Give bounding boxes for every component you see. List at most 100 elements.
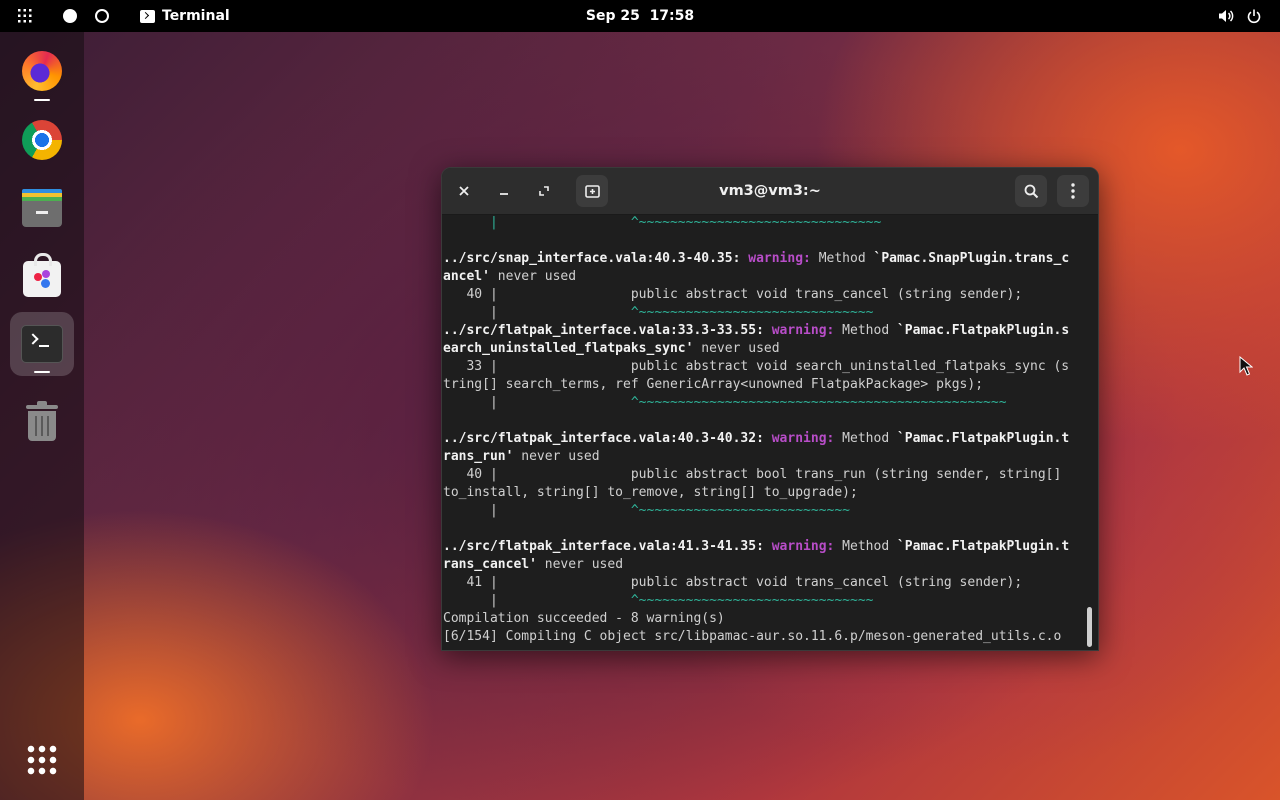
terminal-segment: ^~~~~~~~~~~~~~~~~~~~~~~~~~~~~~~: [505, 593, 874, 608]
top-bar: Terminal Sep 25 17:58: [0, 0, 1280, 32]
terminal-segment: never used: [489, 269, 577, 284]
warning-label: warning:: [771, 431, 835, 446]
terminal-line: 40 | public abstract bool trans_run (str…: [443, 466, 1069, 484]
minimize-button[interactable]: [490, 178, 518, 204]
workspace-indicator-active[interactable]: [63, 0, 77, 32]
terminal-line: [6/154] Compiling C object src/libpamac-…: [443, 628, 1069, 646]
terminal-segment: rans_cancel': [443, 557, 537, 572]
terminal-line: ../src/flatpak_interface.vala:33.3-33.55…: [443, 322, 1069, 340]
terminal-line: earch_uninstalled_flatpaks_sync' never u…: [443, 340, 1069, 358]
terminal-output[interactable]: | ^~~~~~~~~~~~~~~~~~~~~~~~~~~~~~~~ ../src…: [442, 215, 1082, 650]
terminal-line: rans_run' never used: [443, 448, 1069, 466]
terminal-segment: ancel': [443, 269, 490, 284]
terminal-line: tring[] search_terms, ref GenericArray<u…: [443, 376, 1069, 394]
terminal-line: ../src/flatpak_interface.vala:40.3-40.32…: [443, 430, 1069, 448]
app-menu-label: Terminal: [162, 8, 230, 24]
terminal-segment: never used: [513, 449, 600, 464]
terminal-segment: Method: [834, 431, 897, 446]
terminal-segment: never used: [536, 557, 624, 572]
terminal-line: ancel' never used: [443, 268, 1069, 286]
mouse-cursor-icon: [1239, 356, 1253, 376]
activities-button[interactable]: [18, 0, 36, 32]
terminal-segment: | ^~~~~~~~~~~~~~~~~~~~~~~~~~~~~~~~: [443, 215, 882, 230]
dock-software[interactable]: [10, 244, 74, 308]
terminal-line: | ^~~~~~~~~~~~~~~~~~~~~~~~~~~~~~~: [443, 304, 1069, 322]
volume-indicator[interactable]: [1218, 0, 1234, 32]
scrollbar[interactable]: [1087, 607, 1092, 647]
terminal-segment: Method: [834, 539, 897, 554]
terminal-segment: ^~~~~~~~~~~~~~~~~~~~~~~~~~~~~~~~~~~~~~~~…: [505, 395, 1007, 410]
terminal-segment: |: [443, 593, 506, 608]
minimize-icon: [500, 193, 508, 195]
terminal-line: | ^~~~~~~~~~~~~~~~~~~~~~~~~~~~~~~: [443, 592, 1069, 610]
trash-icon: [26, 401, 58, 441]
terminal-segment: [6/154] Compiling C object src/libpamac-…: [443, 629, 1062, 644]
terminal-line: to_install, string[] to_remove, string[]…: [443, 484, 1069, 502]
workspace-ring-icon: [95, 9, 109, 23]
window-title: vm3@vm3:~: [719, 183, 821, 199]
dock: [0, 32, 84, 800]
close-button[interactable]: [450, 178, 478, 204]
terminal-line: 41 | public abstract void trans_cancel (…: [443, 574, 1069, 592]
terminal-segment: `Pamac.FlatpakPlugin.t: [896, 539, 1070, 554]
terminal-line: ../src/snap_interface.vala:40.3-40.35: w…: [443, 250, 1069, 268]
power-indicator[interactable]: [1247, 0, 1261, 32]
terminal-segment: ../src/flatpak_interface.vala:40.3-40.32…: [443, 431, 772, 446]
running-indicator: [34, 99, 50, 101]
menu-button[interactable]: [1057, 175, 1089, 207]
terminal-segment: `Pamac.FlatpakPlugin.s: [896, 323, 1070, 338]
workspace-indicator[interactable]: [95, 0, 109, 32]
terminal-line: 40 | public abstract void trans_cancel (…: [443, 286, 1069, 304]
close-icon: [459, 186, 469, 196]
firefox-icon: [22, 51, 62, 91]
search-button[interactable]: [1015, 175, 1047, 207]
apps-grid-icon: [18, 9, 32, 23]
show-applications-icon[interactable]: [26, 744, 58, 776]
terminal-segment: 40 | public abstract void trans_cancel (…: [443, 287, 1023, 302]
terminal-line: rans_cancel' never used: [443, 556, 1069, 574]
new-tab-button[interactable]: [576, 175, 608, 207]
dock-firefox[interactable]: [10, 39, 74, 103]
files-icon: [22, 189, 62, 227]
terminal-segment: `Pamac.SnapPlugin.trans_c: [873, 251, 1070, 266]
terminal-segment: |: [443, 305, 506, 320]
dock-terminal[interactable]: [10, 312, 74, 376]
clock[interactable]: Sep 25 17:58: [586, 8, 694, 24]
terminal-segment: `Pamac.FlatpakPlugin.t: [896, 431, 1070, 446]
power-icon: [1247, 9, 1261, 23]
dock-trash[interactable]: [10, 389, 74, 453]
terminal-text: | ^~~~~~~~~~~~~~~~~~~~~~~~~~~~~~~~ ../src…: [443, 215, 1069, 646]
software-store-icon: [23, 253, 61, 297]
app-menu[interactable]: Terminal: [140, 0, 230, 32]
search-icon: [1024, 184, 1038, 198]
terminal-small-icon: [140, 9, 155, 23]
terminal-segment: rans_run': [443, 449, 514, 464]
running-indicator: [34, 371, 50, 373]
workspace-dot-icon: [63, 9, 77, 23]
terminal-segment: 40 | public abstract bool trans_run (str…: [443, 467, 1062, 482]
terminal-line: | ^~~~~~~~~~~~~~~~~~~~~~~~~~~~: [443, 502, 1069, 520]
warning-label: warning:: [748, 251, 811, 266]
terminal-segment: |: [443, 395, 506, 410]
terminal-segment: |: [443, 503, 506, 518]
terminal-window: vm3@vm3:~ | ^~~~~~~~~~~~~~~~~~~~~~~~~~~~…: [441, 167, 1099, 651]
maximize-button[interactable]: [530, 178, 558, 204]
kebab-menu-icon: [1071, 183, 1075, 199]
chrome-icon: [22, 120, 62, 160]
terminal-segment: ../src/flatpak_interface.vala:33.3-33.55…: [443, 323, 772, 338]
terminal-icon: [21, 325, 63, 363]
terminal-line: ../src/flatpak_interface.vala:41.3-41.35…: [443, 538, 1069, 556]
dock-chrome[interactable]: [10, 108, 74, 172]
speaker-icon: [1219, 10, 1234, 22]
new-tab-icon: [584, 184, 600, 198]
terminal-segment: tring[] search_terms, ref GenericArray<u…: [443, 377, 984, 392]
terminal-segment: ^~~~~~~~~~~~~~~~~~~~~~~~~~~~~~~: [505, 305, 874, 320]
terminal-segment: to_install, string[] to_remove, string[]…: [443, 485, 858, 500]
dock-files[interactable]: [10, 176, 74, 240]
warning-label: warning:: [771, 539, 835, 554]
terminal-segment: ../src/snap_interface.vala:40.3-40.35:: [443, 251, 749, 266]
terminal-line: 33 | public abstract void search_uninsta…: [443, 358, 1069, 376]
warning-label: warning:: [771, 323, 835, 338]
